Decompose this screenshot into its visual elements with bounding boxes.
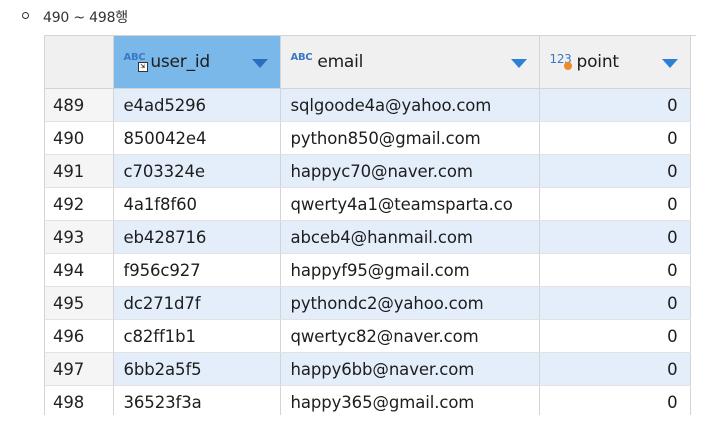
- chevron-down-icon[interactable]: [661, 59, 678, 68]
- point-cell[interactable]: 0: [539, 385, 691, 415]
- table-row[interactable]: 490 850042e4 python850@gmail.com 0: [45, 121, 691, 155]
- point-cell[interactable]: 0: [539, 319, 691, 353]
- user-id-cell[interactable]: 850042e4: [113, 121, 281, 155]
- point-cell[interactable]: 0: [539, 286, 691, 320]
- table-row[interactable]: 491 c703324e happyc70@naver.com 0: [45, 154, 691, 188]
- badge-dot-icon: [563, 62, 572, 70]
- row-number-cell[interactable]: 491: [45, 154, 114, 188]
- user-id-cell[interactable]: f956c927: [113, 253, 281, 287]
- table-row[interactable]: 493 eb428716 abceb4@hanmail.com 0: [45, 220, 691, 254]
- point-cell[interactable]: 0: [539, 187, 691, 221]
- type-icon-label: ABC: [290, 52, 313, 63]
- chevron-down-icon[interactable]: [510, 59, 527, 68]
- row-number-cell[interactable]: 494: [45, 253, 114, 287]
- text-type-icon: ABC ⇲: [124, 53, 148, 72]
- bullet-icon: [22, 11, 29, 19]
- column-title: user_id: [150, 52, 211, 72]
- column-header-email[interactable]: ABC email: [280, 36, 540, 89]
- table-row[interactable]: 498 36523f3a happy365@gmail.com 0: [45, 385, 691, 415]
- point-cell[interactable]: 0: [539, 88, 691, 122]
- user-id-cell[interactable]: eb428716: [113, 220, 281, 254]
- row-number-cell[interactable]: 489: [45, 88, 114, 122]
- point-cell[interactable]: 0: [539, 154, 691, 188]
- email-cell[interactable]: pythondc2@yahoo.com: [280, 286, 540, 320]
- row-number-cell[interactable]: 498: [45, 385, 114, 415]
- result-grid: ABC ⇲ user_id ABC email 123 point 489 e4…: [44, 35, 696, 415]
- user-id-cell[interactable]: e4ad5296: [113, 88, 281, 122]
- column-header-user-id[interactable]: ABC ⇲ user_id: [113, 36, 281, 89]
- numeric-type-icon: 123: [550, 53, 572, 70]
- user-id-cell[interactable]: 36523f3a: [113, 385, 281, 415]
- user-id-cell[interactable]: c82ff1b1: [113, 319, 281, 353]
- caption-text: 490 ~ 498행: [43, 10, 128, 26]
- email-cell[interactable]: happy365@gmail.com: [280, 385, 540, 415]
- caption-line: 490 ~ 498행: [22, 6, 128, 28]
- row-number-cell[interactable]: 492: [45, 187, 114, 221]
- table-row[interactable]: 494 f956c927 happyf95@gmail.com 0: [45, 253, 691, 287]
- email-cell[interactable]: sqlgoode4a@yahoo.com: [280, 88, 540, 122]
- point-cell[interactable]: 0: [539, 253, 691, 287]
- result-table: ABC ⇲ user_id ABC email 123 point 489 e4…: [45, 36, 691, 415]
- email-cell[interactable]: happyf95@gmail.com: [280, 253, 540, 287]
- row-number-cell[interactable]: 497: [45, 352, 114, 386]
- user-id-cell[interactable]: dc271d7f: [113, 286, 281, 320]
- corner-cell[interactable]: [45, 36, 114, 89]
- column-header-point[interactable]: 123 point: [539, 36, 691, 89]
- table-row[interactable]: 497 6bb2a5f5 happy6bb@naver.com 0: [45, 352, 691, 386]
- row-number-cell[interactable]: 496: [45, 319, 114, 353]
- header-row: ABC ⇲ user_id ABC email 123 point: [45, 36, 691, 89]
- column-title: point: [576, 52, 620, 72]
- point-cell[interactable]: 0: [539, 352, 691, 386]
- chevron-down-icon[interactable]: [251, 59, 268, 68]
- table-row[interactable]: 492 4a1f8f60 qwerty4a1@teamsparta.co 0: [45, 187, 691, 221]
- point-cell[interactable]: 0: [539, 220, 691, 254]
- table-row[interactable]: 489 e4ad5296 sqlgoode4a@yahoo.com 0: [45, 88, 691, 122]
- column-title: email: [317, 52, 364, 72]
- user-id-cell[interactable]: 6bb2a5f5: [113, 352, 281, 386]
- row-number-cell[interactable]: 493: [45, 220, 114, 254]
- key-icon: ⇲: [137, 62, 148, 72]
- user-id-cell[interactable]: 4a1f8f60: [113, 187, 281, 221]
- table-row[interactable]: 495 dc271d7f pythondc2@yahoo.com 0: [45, 286, 691, 320]
- user-id-cell[interactable]: c703324e: [113, 154, 281, 188]
- email-cell[interactable]: abceb4@hanmail.com: [280, 220, 540, 254]
- text-type-icon: ABC: [291, 53, 313, 63]
- point-cell[interactable]: 0: [539, 121, 691, 155]
- table-row[interactable]: 496 c82ff1b1 qwertyc82@naver.com 0: [45, 319, 691, 353]
- row-number-cell[interactable]: 495: [45, 286, 114, 320]
- row-number-cell[interactable]: 490: [45, 121, 114, 155]
- email-cell[interactable]: qwertyc82@naver.com: [280, 319, 540, 353]
- email-cell[interactable]: python850@gmail.com: [280, 121, 540, 155]
- email-cell[interactable]: happyc70@naver.com: [280, 154, 540, 188]
- email-cell[interactable]: qwerty4a1@teamsparta.co: [280, 187, 540, 221]
- email-cell[interactable]: happy6bb@naver.com: [280, 352, 540, 386]
- table-body: 489 e4ad5296 sqlgoode4a@yahoo.com 0 490 85004…: [45, 88, 691, 415]
